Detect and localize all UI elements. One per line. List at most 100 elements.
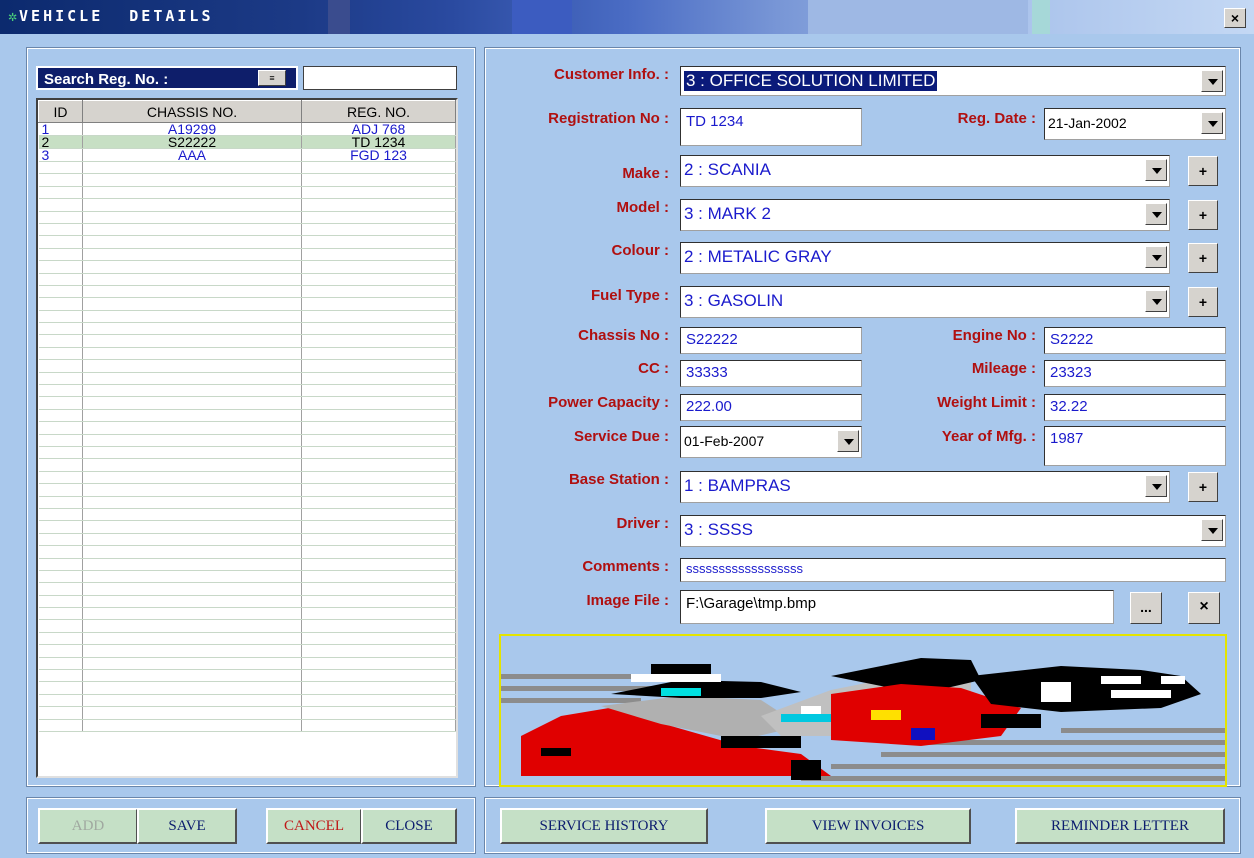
table-row[interactable]: 3 AAA FGD 123 [38, 148, 456, 162]
engine-field[interactable]: S2222 [1044, 327, 1226, 354]
power-capacity-field[interactable]: 222.00 [680, 394, 862, 421]
close-button[interactable]: CLOSE [361, 808, 457, 844]
cancel-button[interactable]: CANCEL [266, 808, 362, 844]
empty-cell [301, 719, 456, 732]
column-header-id[interactable]: ID [38, 100, 83, 123]
chevron-down-icon[interactable] [837, 430, 859, 452]
year-of-mfg-field[interactable]: 1987 [1044, 426, 1226, 466]
chevron-down-icon[interactable] [1201, 519, 1223, 541]
save-button[interactable]: SAVE [137, 808, 237, 844]
comments-label: Comments : [582, 558, 669, 575]
empty-cell [38, 607, 83, 621]
empty-cell [38, 496, 83, 509]
service-history-button[interactable]: SERVICE HISTORY [500, 808, 708, 844]
driver-select[interactable]: 3 : SSSS [680, 515, 1226, 547]
comments-field[interactable]: ssssssssssssssssss [680, 558, 1226, 582]
service-due-picker[interactable]: 01-Feb-2007 [680, 426, 862, 458]
empty-cell [38, 632, 83, 646]
empty-cell [82, 198, 302, 212]
empty-cell [38, 719, 83, 732]
chevron-down-icon[interactable] [1145, 203, 1167, 225]
weight-limit-field[interactable]: 32.22 [1044, 394, 1226, 421]
empty-cell [38, 161, 83, 175]
cell-reg: FGD 123 [301, 148, 456, 162]
empty-cell [82, 285, 302, 299]
empty-cell [38, 211, 83, 224]
browse-image-button[interactable]: ... [1130, 592, 1162, 624]
chassis-label: Chassis No : [578, 327, 669, 344]
model-select[interactable]: 3 : MARK 2 [680, 199, 1170, 231]
empty-cell [301, 570, 456, 584]
reminder-letter-button[interactable]: REMINDER LETTER [1015, 808, 1225, 844]
chevron-down-icon[interactable] [1201, 70, 1223, 92]
empty-cell [82, 446, 302, 460]
chevron-down-icon[interactable] [1145, 159, 1167, 181]
empty-cell [82, 644, 302, 658]
base-station-select[interactable]: 1 : BAMPRAS [680, 471, 1170, 503]
customer-select[interactable]: 3 : OFFICE SOLUTION LIMITED [680, 66, 1226, 96]
empty-table-row [38, 508, 456, 522]
empty-cell [301, 173, 456, 187]
empty-cell [38, 223, 83, 237]
make-select[interactable]: 2 : SCANIA [680, 155, 1170, 187]
empty-cell [301, 384, 456, 398]
empty-table-row [38, 285, 456, 299]
empty-cell [38, 384, 83, 398]
vehicle-grid[interactable]: ID CHASSIS NO. REG. NO. 1 A19299 ADJ 768… [36, 98, 458, 778]
empty-cell [38, 173, 83, 187]
empty-table-row [38, 434, 456, 448]
mileage-field[interactable]: 23323 [1044, 360, 1226, 387]
empty-cell [38, 186, 83, 200]
empty-cell [301, 607, 456, 621]
empty-cell [82, 347, 302, 361]
empty-cell [301, 260, 456, 274]
registration-field[interactable]: TD 1234 [680, 108, 862, 146]
empty-cell [301, 198, 456, 212]
chevron-down-icon[interactable] [1145, 246, 1167, 268]
empty-cell [38, 471, 83, 485]
empty-cell [301, 446, 456, 460]
fuel-type-select[interactable]: 3 : GASOLIN [680, 286, 1170, 318]
customer-label: Customer Info. : [554, 66, 669, 83]
chevron-down-icon[interactable] [1201, 112, 1223, 134]
add-fuel-type-button[interactable]: + [1188, 287, 1218, 317]
empty-cell [38, 644, 83, 658]
chevron-down-icon[interactable] [1145, 290, 1167, 312]
empty-table-row [38, 496, 456, 509]
make-label: Make : [622, 165, 669, 182]
base-station-label: Base Station : [568, 471, 669, 488]
colour-label: Colour : [611, 242, 670, 259]
empty-cell [82, 607, 302, 621]
empty-cell [301, 186, 456, 200]
empty-cell [82, 248, 302, 262]
chevron-down-icon[interactable] [1145, 475, 1167, 497]
clear-image-button[interactable]: × [1188, 592, 1220, 624]
cc-field[interactable]: 33333 [680, 360, 862, 387]
add-model-button[interactable]: + [1188, 200, 1218, 230]
close-window-button[interactable]: × [1224, 8, 1246, 28]
reg-date-picker[interactable]: 21-Jan-2002 [1044, 108, 1226, 140]
empty-cell [82, 657, 302, 671]
image-file-field[interactable]: F:\Garage\tmp.bmp [680, 590, 1114, 624]
column-header-chassis[interactable]: CHASSIS NO. [82, 100, 302, 123]
empty-cell [301, 558, 456, 571]
search-mode-toggle[interactable]: ≡ [258, 70, 286, 86]
empty-table-row [38, 334, 456, 348]
empty-table-row [38, 347, 456, 361]
empty-cell [301, 248, 456, 262]
add-button[interactable]: ADD [38, 808, 138, 844]
search-reg-input[interactable] [303, 66, 457, 90]
add-base-station-button[interactable]: + [1188, 472, 1218, 502]
empty-table-row [38, 607, 456, 621]
empty-cell [82, 396, 302, 410]
colour-select[interactable]: 2 : METALIC GRAY [680, 242, 1170, 274]
empty-table-row [38, 644, 456, 658]
add-colour-button[interactable]: + [1188, 243, 1218, 273]
empty-cell [38, 595, 83, 609]
empty-cell [82, 322, 302, 336]
empty-cell [301, 434, 456, 448]
column-header-reg[interactable]: REG. NO. [301, 100, 456, 123]
chassis-field[interactable]: S22222 [680, 327, 862, 354]
view-invoices-button[interactable]: VIEW INVOICES [765, 808, 971, 844]
add-make-button[interactable]: + [1188, 156, 1218, 186]
